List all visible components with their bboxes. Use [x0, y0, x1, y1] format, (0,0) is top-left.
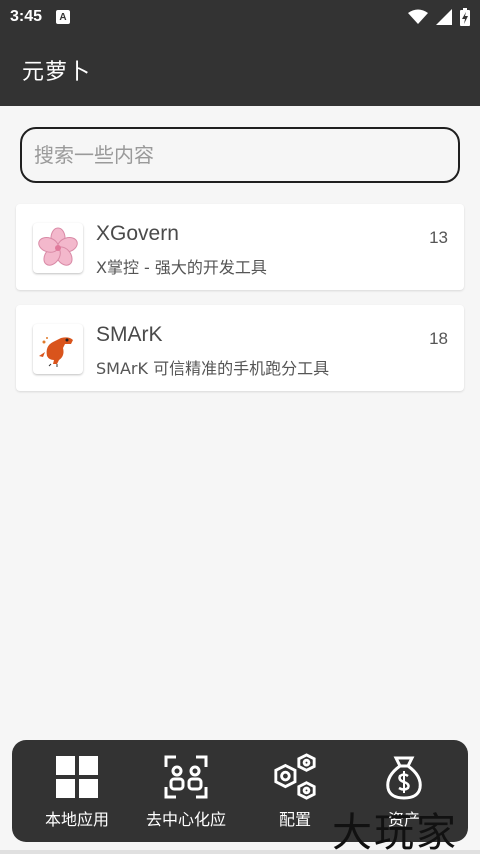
status-time: 3:45 — [10, 8, 43, 25]
app-description: SMArK 可信精准的手机跑分工具 — [96, 359, 330, 378]
app-count: 18 — [429, 329, 448, 348]
app-count: 13 — [429, 228, 448, 247]
signal-icon — [436, 9, 452, 25]
status-bar: 3:45 A — [0, 0, 480, 34]
app-name: SMArK — [96, 323, 163, 346]
wifi-icon — [408, 9, 428, 24]
status-icons — [408, 8, 470, 26]
battery-charging-icon — [460, 8, 470, 26]
app-name: XGovern — [96, 222, 179, 245]
notification-a-icon: A — [56, 10, 71, 24]
app-title: 元萝卜 — [22, 60, 92, 85]
sakura-flower-icon — [33, 223, 83, 273]
dinosaur-icon — [33, 324, 83, 374]
nav-item-local-apps[interactable]: 本地应用 — [22, 740, 132, 842]
people-scan-icon — [163, 754, 209, 800]
grid-icon — [54, 754, 100, 800]
nav-label: 去中心化应 — [145, 810, 226, 829]
nav-label: 本地应用 — [44, 810, 109, 829]
search-input[interactable] — [34, 143, 458, 167]
app-bar: 元萝卜 — [0, 34, 480, 106]
hex-nuts-icon — [272, 753, 318, 800]
money-bag-icon — [381, 754, 427, 800]
search-box[interactable] — [20, 127, 460, 183]
watermark: 大玩家 — [332, 810, 458, 854]
app-card-smark[interactable]: SMArK SMArK 可信精准的手机跑分工具 18 — [16, 305, 464, 391]
system-bar-edge — [0, 850, 480, 854]
nav-label: 配置 — [278, 810, 311, 829]
app-description: X掌控 - 强大的开发工具 — [96, 258, 267, 277]
nav-item-decentralized-apps[interactable]: 去中心化应 — [131, 740, 241, 842]
app-card-xgovern[interactable]: XGovern X掌控 - 强大的开发工具 13 — [16, 204, 464, 290]
